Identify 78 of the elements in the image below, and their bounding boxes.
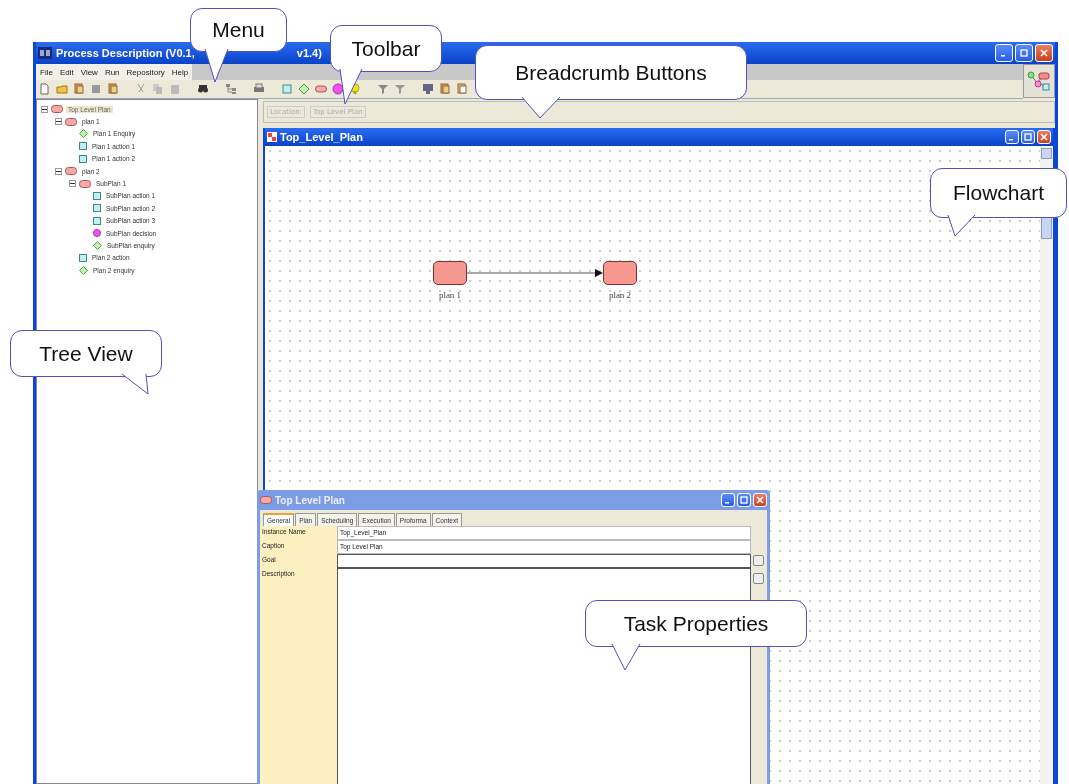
- menu-item[interactable]: Edit: [59, 67, 74, 77]
- close-button[interactable]: [753, 493, 767, 507]
- menu-item[interactable]: View: [80, 67, 98, 77]
- callout-tail: [203, 48, 230, 84]
- minimize-button[interactable]: [995, 44, 1013, 62]
- text-field[interactable]: [337, 554, 751, 568]
- diamond-icon[interactable]: [298, 83, 310, 95]
- document-stack-icon[interactable]: [439, 83, 451, 95]
- plan-node: [433, 261, 467, 285]
- hierarchy-icon[interactable]: [225, 83, 237, 95]
- square-icon: [93, 191, 101, 200]
- diagram-view-button[interactable]: [1023, 64, 1055, 98]
- expander-icon[interactable]: [55, 118, 62, 126]
- square-icon: [93, 204, 101, 213]
- menu-item[interactable]: Repository: [126, 67, 165, 77]
- diamond-icon: [79, 129, 88, 139]
- expander-icon[interactable]: [41, 105, 48, 113]
- square-icon: [79, 253, 87, 262]
- callout-tail: [120, 373, 150, 396]
- frame-title: Top_Level_Plan: [280, 131, 363, 143]
- minimize-button[interactable]: [721, 493, 735, 507]
- diamond-icon: [79, 265, 88, 275]
- maximize-button[interactable]: [1015, 44, 1033, 62]
- close-button[interactable]: [1037, 130, 1051, 144]
- node-label: plan 2: [608, 290, 632, 300]
- scissors-icon[interactable]: [135, 83, 147, 95]
- close-icon: [756, 496, 764, 504]
- maximize-button[interactable]: [737, 493, 751, 507]
- app-icon: [38, 47, 52, 59]
- filter-icon[interactable]: [377, 83, 389, 95]
- rounded-rectangle-icon: [65, 167, 77, 176]
- square-icon: [93, 216, 101, 225]
- close-icon: [1040, 49, 1048, 57]
- node-label: plan 1: [438, 290, 462, 300]
- panel-title: Top Level Plan: [275, 494, 345, 506]
- circle-icon[interactable]: [332, 83, 344, 95]
- circle-icon: [93, 229, 101, 238]
- close-button[interactable]: [1035, 44, 1053, 62]
- new-file-icon[interactable]: [39, 83, 51, 95]
- callout-tail: [520, 96, 562, 120]
- window-title: v1.4): [296, 47, 322, 59]
- rounded-rectangle-icon[interactable]: [315, 83, 327, 95]
- rounded-rectangle-icon: [51, 105, 63, 114]
- maximize-icon: [740, 496, 748, 504]
- maximize-icon: [1020, 49, 1028, 57]
- square-icon: [79, 154, 87, 163]
- callout-tail: [610, 643, 642, 672]
- callout-tail: [338, 68, 364, 106]
- close-icon: [1040, 133, 1048, 141]
- minimize-button[interactable]: [1005, 130, 1019, 144]
- filter-icon[interactable]: [394, 83, 406, 95]
- callout-tail: [946, 214, 977, 238]
- binoculars-icon[interactable]: [197, 83, 209, 95]
- document-stack-icon[interactable]: [107, 83, 119, 95]
- square-icon: [79, 142, 87, 151]
- edit-button[interactable]: [753, 555, 764, 566]
- frame-icon: [267, 132, 277, 142]
- plan-node: [603, 261, 637, 285]
- square-icon[interactable]: [281, 83, 293, 95]
- document-stack-icon[interactable]: [456, 83, 468, 95]
- menu-item[interactable]: Help: [171, 67, 189, 77]
- diamond-icon: [93, 241, 102, 250]
- document-stack-icon[interactable]: [73, 83, 85, 95]
- printer-icon[interactable]: [253, 83, 265, 95]
- square-icon[interactable]: [90, 83, 102, 95]
- expander-icon[interactable]: [69, 180, 76, 188]
- menu-item[interactable]: Run: [104, 67, 120, 77]
- monitor-icon[interactable]: [422, 83, 434, 95]
- maximize-icon: [1024, 133, 1032, 141]
- rounded-rectangle-icon: [79, 179, 91, 188]
- expander-icon[interactable]: [55, 167, 62, 175]
- maximize-button[interactable]: [1021, 130, 1035, 144]
- edit-button[interactable]: [753, 573, 764, 584]
- clipboard-icon[interactable]: [169, 83, 181, 95]
- menu-item[interactable]: File: [40, 67, 53, 77]
- folder-icon[interactable]: [56, 83, 68, 95]
- rounded-rectangle-icon: [65, 117, 77, 126]
- rounded-rectangle-icon: [260, 496, 272, 504]
